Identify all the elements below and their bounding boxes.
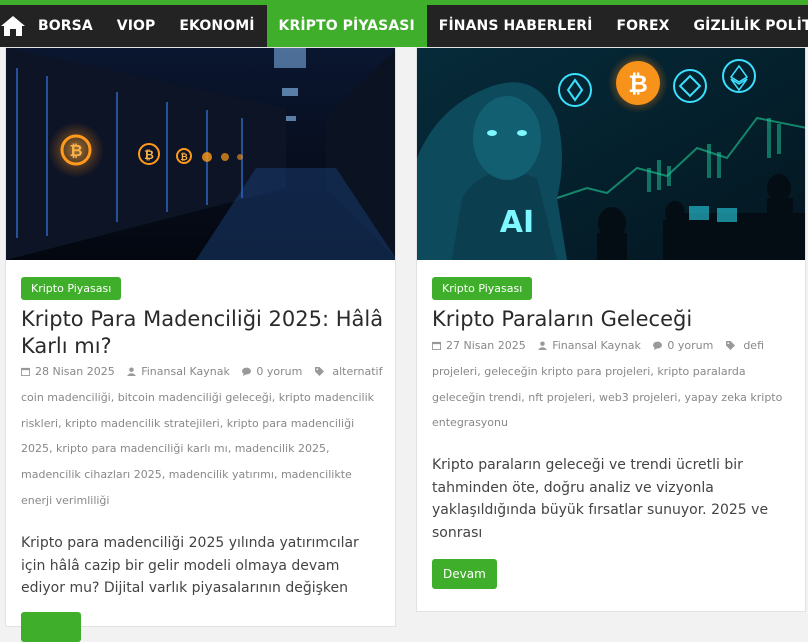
- comment-icon: [653, 341, 663, 350]
- post-card-future: AI ₿ Kripto Piyasası Kripto Paraların Ge…: [416, 47, 806, 612]
- nav-item-gizlilik-politikasi[interactable]: GİZLİLİK POLİTİKASI: [682, 5, 808, 47]
- read-more-button[interactable]: Devam: [432, 559, 497, 589]
- post-date[interactable]: 27 Nisan 2025: [432, 339, 526, 352]
- comment-icon: [242, 367, 252, 376]
- svg-text:₿: ₿: [180, 152, 187, 163]
- tag-link[interactable]: madencilik 2025: [235, 442, 326, 455]
- nav-item-viop[interactable]: VIOP: [105, 5, 168, 47]
- calendar-icon: [432, 341, 441, 350]
- post-category-badge[interactable]: Kripto Piyasası: [21, 277, 122, 300]
- user-icon: [127, 367, 137, 376]
- nav-item-kripto-piyasasi[interactable]: KRİPTO PİYASASI: [266, 5, 427, 47]
- post-date[interactable]: 28 Nisan 2025: [21, 365, 115, 378]
- post-author-text: Finansal Kaynak: [552, 339, 641, 352]
- post-card-mining: ₿ ₿ ₿ Kripto Piyasası Kripto Para Madenc…: [5, 47, 396, 642]
- post-category-badge[interactable]: Kripto Piyasası: [432, 277, 533, 300]
- nav-item-forex[interactable]: FOREX: [604, 5, 681, 47]
- post-meta: 27 Nisan 2025 Finansal Kaynak 0 yorum de…: [432, 339, 783, 430]
- post-author-text: Finansal Kaynak: [141, 365, 230, 378]
- tags-icon: [314, 367, 324, 376]
- post-title[interactable]: Kripto Para Madenciliği 2025: Hâlâ Karlı…: [21, 306, 386, 360]
- ai-image-text: AI: [500, 205, 534, 240]
- post-comments-text: 0 yorum: [256, 365, 303, 378]
- post-comments[interactable]: 0 yorum: [242, 365, 302, 378]
- post-meta: 28 Nisan 2025 Finansal Kaynak 0 yorum al…: [21, 365, 383, 507]
- read-more-button[interactable]: [21, 612, 81, 642]
- tag-link[interactable]: bitcoin madenciliği geleceği: [118, 391, 272, 404]
- post-author[interactable]: Finansal Kaynak: [127, 365, 230, 378]
- svg-text:₿: ₿: [69, 141, 82, 160]
- tag-link[interactable]: madencilik cihazları 2025: [21, 468, 162, 481]
- post-excerpt: Kripto para madenciliği 2025 yılında yat…: [21, 535, 359, 596]
- tag-link[interactable]: geleceğin kripto para projeleri: [484, 365, 650, 378]
- calendar-icon: [21, 367, 30, 376]
- post-date-text: 27 Nisan 2025: [446, 339, 526, 352]
- svg-text:₿: ₿: [144, 148, 154, 162]
- svg-text:₿: ₿: [628, 70, 648, 98]
- tags-icon: [725, 341, 735, 350]
- post-excerpt: Kripto paraların geleceği ve trendi ücre…: [432, 457, 769, 541]
- nav-item-borsa[interactable]: BORSA: [26, 5, 105, 47]
- post-image-future[interactable]: AI ₿: [417, 48, 805, 260]
- tag-link[interactable]: kripto para madenciliği karlı mı: [56, 442, 228, 455]
- post-comments-text: 0 yorum: [667, 339, 714, 352]
- nav-item-finans-haberleri[interactable]: FİNANS HABERLERİ: [427, 5, 605, 47]
- post-date-text: 28 Nisan 2025: [35, 365, 115, 378]
- home-icon[interactable]: [0, 5, 26, 47]
- tag-link[interactable]: madencilik yatırımı: [169, 468, 274, 481]
- tag-link[interactable]: web3 projeleri: [599, 391, 677, 404]
- tag-link[interactable]: nft projeleri: [528, 391, 592, 404]
- post-comments[interactable]: 0 yorum: [653, 339, 713, 352]
- main-navigation: BORSA VIOP EKONOMİ KRİPTO PİYASASI FİNAN…: [0, 5, 808, 47]
- post-image-mining[interactable]: ₿ ₿ ₿: [6, 48, 395, 260]
- post-title[interactable]: Kripto Paraların Geleceği: [432, 306, 797, 333]
- nav-item-ekonomi[interactable]: EKONOMİ: [167, 5, 266, 47]
- post-author[interactable]: Finansal Kaynak: [538, 339, 641, 352]
- tag-link[interactable]: kripto madencilik stratejileri: [65, 417, 220, 430]
- user-icon: [538, 341, 548, 350]
